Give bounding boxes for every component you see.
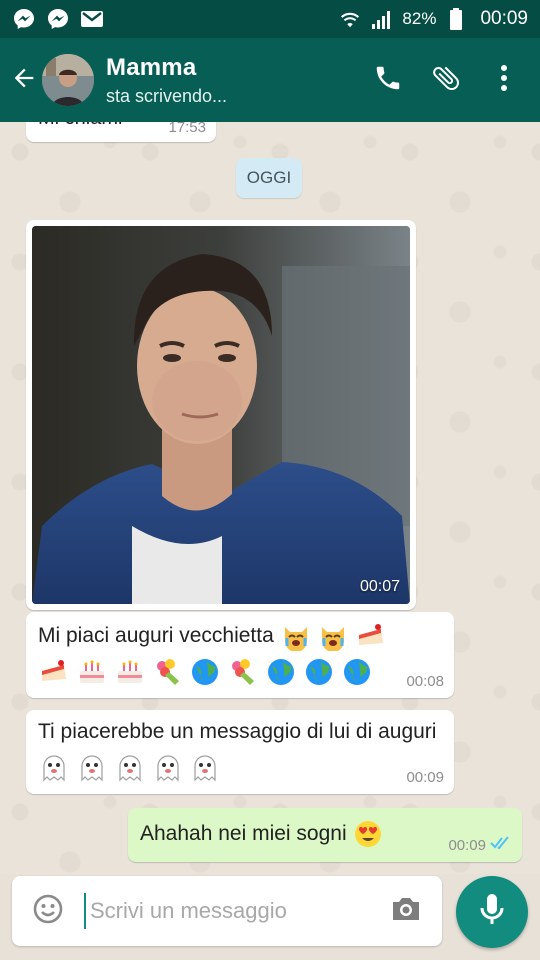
signal-icon: [370, 7, 394, 31]
back-arrow-icon: [10, 64, 38, 97]
paperclip-icon: [430, 62, 462, 99]
attach-button[interactable]: [422, 56, 470, 104]
image-message[interactable]: 00:07: [26, 220, 416, 610]
bouquet-emoji: [153, 657, 183, 687]
message-time: 00:07: [359, 578, 400, 595]
message-text: Ahahah nei miei sogni: [140, 822, 347, 845]
crying-cat-emoji: [281, 621, 311, 653]
gmail-icon: [80, 7, 104, 31]
message-time: 17:53: [168, 122, 206, 136]
messenger-icon: [46, 7, 70, 31]
message-bubble[interactable]: Mi piaci auguri vecchietta 00:08: [26, 612, 454, 698]
ghost-emoji: [77, 753, 107, 783]
camera-icon: [389, 894, 423, 929]
globe-emoji: [190, 657, 220, 687]
call-button[interactable]: [364, 56, 412, 104]
message-meta: 00:09: [448, 836, 512, 854]
cake-slice-emoji: [356, 621, 386, 651]
message-text: Mi chiami: [38, 122, 122, 136]
message-time: 00:08: [406, 673, 444, 690]
double-check-icon: [490, 836, 512, 854]
back-button[interactable]: [2, 58, 46, 102]
chat-header: Mamma sta scrivendo...: [0, 38, 540, 122]
message-time: 00:09: [406, 769, 444, 786]
ghost-emoji: [153, 753, 183, 783]
messenger-icon: [12, 7, 36, 31]
photo[interactable]: 00:07: [32, 226, 410, 604]
crying-cat-emoji: [318, 621, 348, 653]
heart-eyes-emoji: [353, 819, 383, 849]
more-vert-icon: [499, 64, 509, 97]
more-options-button[interactable]: [480, 56, 528, 104]
contact-name[interactable]: Mamma: [106, 54, 227, 82]
globe-emoji: [342, 657, 372, 687]
birthday-cake-emoji: [115, 657, 145, 687]
globe-emoji: [304, 657, 334, 687]
phone-icon: [373, 63, 403, 98]
globe-emoji: [266, 657, 296, 687]
emoji-icon: [32, 893, 64, 930]
typing-status: sta scrivendo...: [106, 85, 228, 106]
message-bubble[interactable]: Ti piacerebbe un messaggio di lui di aug…: [26, 710, 454, 794]
mic-icon: [478, 892, 506, 933]
message-bubble[interactable]: Mi chiami 17:53: [26, 122, 216, 142]
message-input[interactable]: [84, 893, 364, 929]
ghost-emoji: [190, 753, 220, 783]
voice-record-button[interactable]: [456, 876, 528, 948]
ghost-emoji: [39, 753, 69, 783]
birthday-cake-emoji: [77, 657, 107, 687]
battery-percent: 82%: [402, 9, 437, 28]
outgoing-message-bubble[interactable]: Ahahah nei miei sogni 00:09: [128, 808, 522, 862]
date-chip: OGGI: [236, 158, 302, 198]
chat-area[interactable]: Mi chiami 17:53 OGGI: [0, 122, 540, 874]
ghost-emoji: [115, 753, 145, 783]
bouquet-emoji: [228, 657, 258, 687]
message-text: Ti piacerebbe un messaggio di lui di aug…: [38, 720, 437, 743]
status-bar: 82% 00:09: [0, 0, 540, 38]
status-time: 00:09: [480, 8, 528, 29]
emoji-button[interactable]: [24, 887, 72, 935]
wifi-icon: [338, 7, 362, 31]
avatar[interactable]: [42, 54, 94, 106]
battery-icon: [444, 7, 468, 31]
camera-button[interactable]: [384, 889, 428, 933]
message-time: 00:09: [448, 836, 486, 854]
cake-slice-emoji: [39, 657, 69, 687]
message-composer: [12, 876, 442, 946]
message-text: Mi piaci auguri vecchietta: [38, 624, 274, 647]
